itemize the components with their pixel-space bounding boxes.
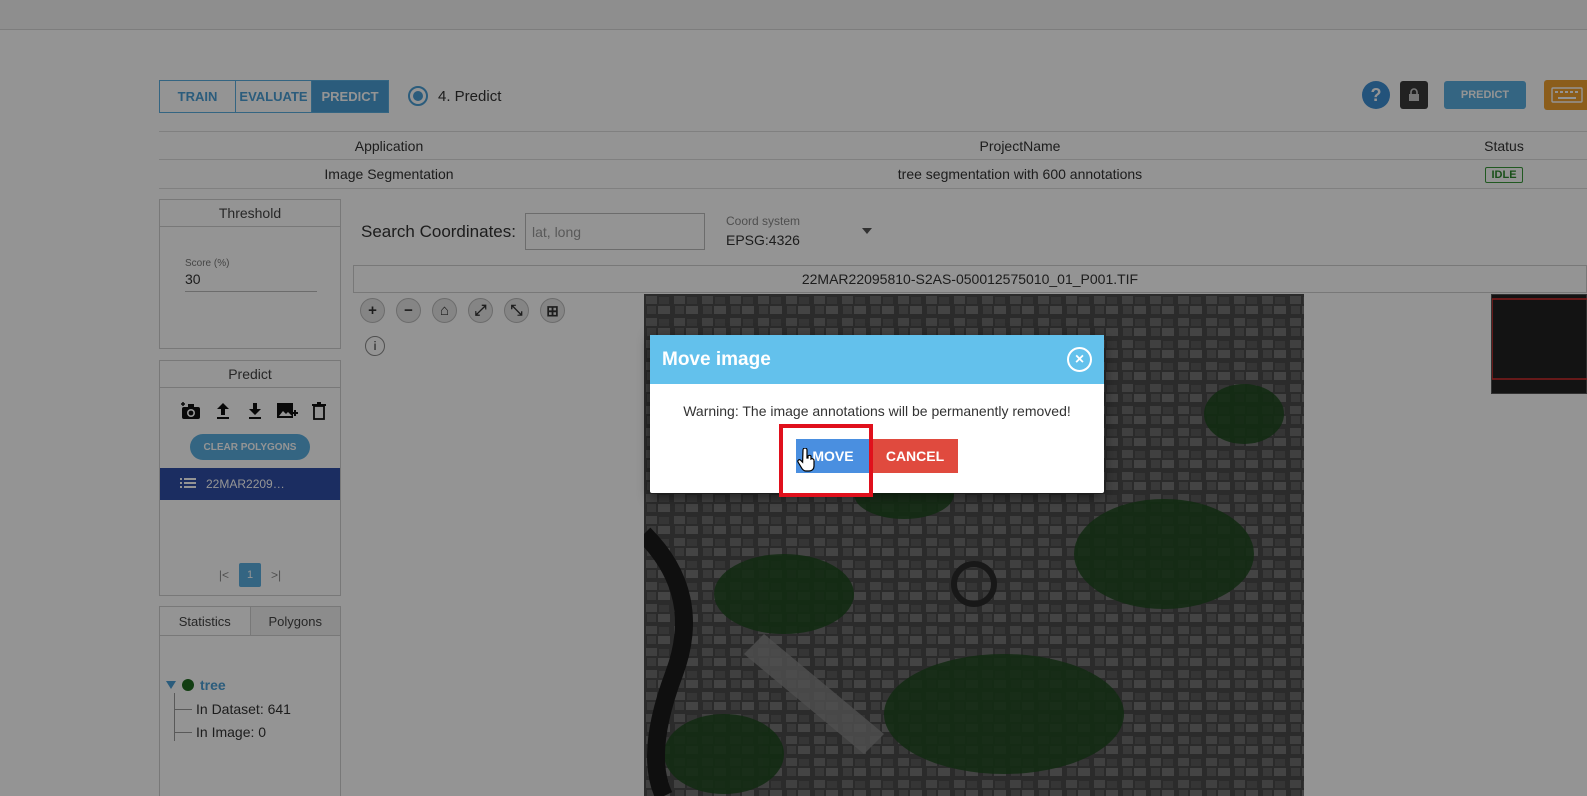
hand-cursor-icon <box>797 447 815 472</box>
dialog-title: Move image <box>650 335 1104 384</box>
dialog-message: Warning: The image annotations will be p… <box>683 403 1071 419</box>
close-icon[interactable]: × <box>1067 347 1092 372</box>
cancel-button[interactable]: CANCEL <box>872 439 958 473</box>
move-image-dialog: Move image × Warning: The image annotati… <box>650 335 1104 493</box>
highlight-box <box>779 424 873 497</box>
